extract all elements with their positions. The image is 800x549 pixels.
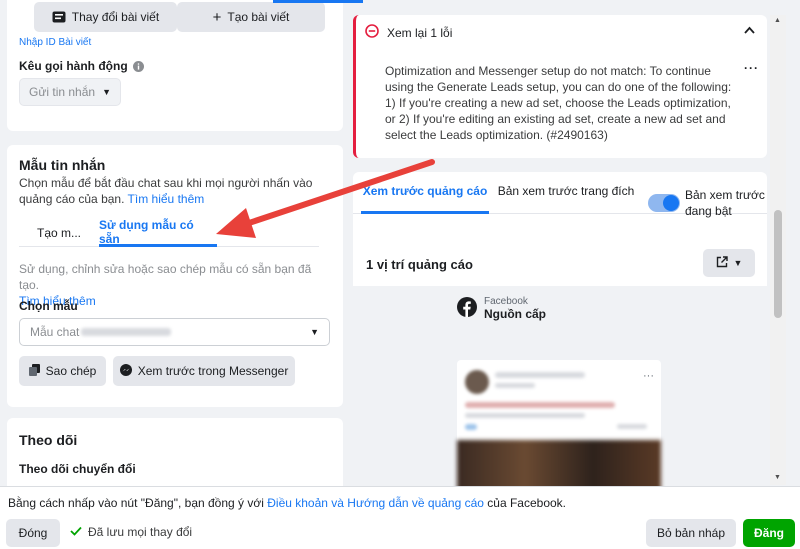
messenger-preview-label: Xem trước trong Messenger [137, 364, 289, 378]
preview-toggle-label: Bản xem trước đang bật [685, 188, 765, 218]
cta-dropdown[interactable]: Gửi tin nhắn ▼ [19, 78, 121, 106]
more-options-icon[interactable]: ··· [744, 61, 759, 75]
blurred-post-text [465, 402, 615, 408]
conversion-tracking-title: Theo dõi chuyển đổi [19, 462, 136, 476]
template-select-content: Mẫu chat [30, 325, 172, 339]
platform-name: Facebook [484, 296, 528, 307]
top-tab-indicator [273, 0, 363, 3]
choose-template-label: Chọn mẫu [19, 299, 78, 313]
caret-down-icon: ▼ [733, 258, 743, 268]
placement-text: Facebook Nguồn cấp [484, 296, 546, 321]
template-hint: Sử dụng, chỉnh sửa hoặc sao chép mẫu có … [19, 262, 312, 292]
cta-section-title: Kêu gọi hành động [19, 59, 144, 73]
create-post-label: Tạo bài viết [227, 10, 290, 24]
cta-title-text: Kêu gọi hành động [19, 59, 128, 73]
error-icon [365, 24, 379, 41]
ad-creative-card: Thay đổi bài viết + Tạo bài viết Nhập ID… [7, 0, 343, 131]
placements-title: 1 vị trí quảng cáo [366, 257, 473, 272]
tracking-title: Theo dõi [19, 432, 78, 448]
ad-terms-link[interactable]: Điều khoản và Hướng dẫn về quảng cáo [267, 496, 484, 510]
preview-toggle[interactable] [648, 194, 680, 212]
collapse-chevron-icon[interactable] [744, 25, 755, 37]
redacted-template-name [81, 328, 172, 336]
tab-create-new[interactable]: Tạo m... [19, 219, 99, 247]
open-preview-button[interactable]: ▼ [703, 249, 755, 277]
change-post-button[interactable]: Thay đổi bài viết [34, 2, 177, 32]
save-status: Đã lưu mọi thay đổi [70, 525, 192, 539]
scrollbar-thumb[interactable] [774, 210, 782, 318]
blurred-see-more [617, 424, 647, 429]
check-icon [70, 525, 82, 539]
close-button[interactable]: Đóng [6, 519, 60, 547]
placements-header: 1 vị trí quảng cáo ▼ [353, 242, 767, 286]
preview-area: 1 vị trí quảng cáo ▼ Facebook Nguồn cấp … [353, 242, 767, 498]
copy-icon [28, 363, 40, 379]
blurred-post-text [465, 413, 585, 418]
page-avatar [465, 370, 489, 394]
save-status-text: Đã lưu mọi thay đổi [88, 525, 193, 539]
placement-info: Facebook Nguồn cấp [457, 296, 546, 321]
scroll-down-icon[interactable]: ▼ [774, 474, 781, 481]
template-select-value: Mẫu chat [30, 325, 80, 339]
plus-icon: + [212, 8, 222, 26]
messenger-icon [119, 363, 132, 379]
post-icon [52, 11, 66, 23]
placement-name: Nguồn cấp [484, 307, 546, 321]
enter-post-id-link[interactable]: Nhập ID Bài viết [19, 37, 91, 48]
publish-button[interactable]: Đăng [743, 519, 795, 547]
change-post-label: Thay đổi bài viết [71, 10, 160, 24]
error-header: Xem lại 1 lỗi [365, 24, 452, 41]
blurred-post-meta [495, 383, 535, 388]
discard-draft-button[interactable]: Bỏ bản nháp [646, 519, 736, 547]
error-message: Optimization and Messenger setup do not … [385, 64, 732, 142]
terms-notice: Bằng cách nhấp vào nút "Đăng", bạn đồng … [8, 496, 566, 510]
create-post-button[interactable]: + Tạo bài viết [177, 2, 325, 32]
toggle-knob [663, 195, 679, 211]
preview-in-messenger-button[interactable]: Xem trước trong Messenger [113, 356, 295, 386]
template-card-title: Mẫu tin nhắn [19, 157, 106, 173]
facebook-icon [457, 297, 477, 320]
post-more-icon[interactable]: ··· [643, 370, 654, 382]
blurred-page-name [495, 372, 585, 378]
template-select[interactable]: Mẫu chat ▼ [19, 318, 330, 346]
terms-suffix: của Facebook. [483, 496, 567, 510]
error-review-box: Xem lại 1 lỗi Optimization and Messenger… [353, 15, 767, 158]
copy-button-label: Sao chép [45, 364, 97, 378]
caret-down-icon: ▼ [102, 87, 111, 97]
main-scrollbar[interactable]: ▲ ▼ [770, 15, 786, 485]
tab-landing-preview[interactable]: Bản xem trước trang đích [496, 184, 636, 214]
caret-down-icon: ▼ [310, 327, 319, 337]
footer-bar: Bằng cách nhấp vào nút "Đăng", bạn đồng … [0, 486, 800, 549]
learn-more-link[interactable]: Tìm hiểu thêm [128, 192, 205, 206]
external-link-icon [716, 255, 728, 271]
ad-post-preview: ··· [457, 360, 661, 498]
scroll-up-icon[interactable]: ▲ [774, 17, 781, 24]
error-title: Xem lại 1 lỗi [387, 25, 453, 40]
terms-prefix: Bằng cách nhấp vào nút "Đăng", bạn đồng … [8, 496, 268, 510]
copy-button[interactable]: Sao chép [19, 356, 106, 386]
blurred-post-emoji [465, 424, 477, 430]
info-icon[interactable] [132, 60, 144, 72]
annotation-arrow [216, 159, 435, 238]
cta-dropdown-value: Gửi tin nhắn [29, 85, 96, 99]
